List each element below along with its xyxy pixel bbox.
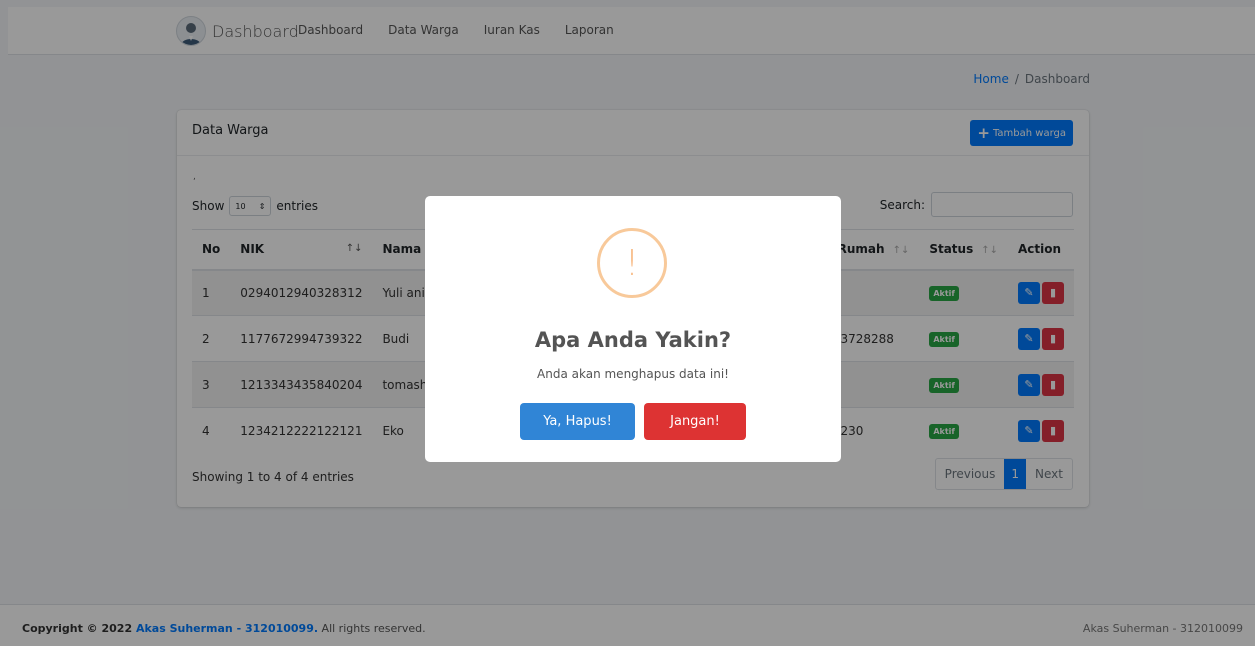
confirm-delete-modal: ! Apa Anda Yakin? Anda akan menghapus da…: [425, 196, 841, 462]
modal-text: Anda akan menghapus data ini!: [537, 367, 729, 381]
warning-icon-glyph: !: [624, 242, 640, 284]
warning-icon: !: [597, 228, 667, 298]
confirm-delete-button[interactable]: Ya, Hapus!: [520, 403, 635, 440]
modal-actions: Ya, Hapus! Jangan!: [520, 403, 746, 440]
cancel-delete-button[interactable]: Jangan!: [644, 403, 746, 440]
modal-title: Apa Anda Yakin?: [534, 328, 732, 352]
